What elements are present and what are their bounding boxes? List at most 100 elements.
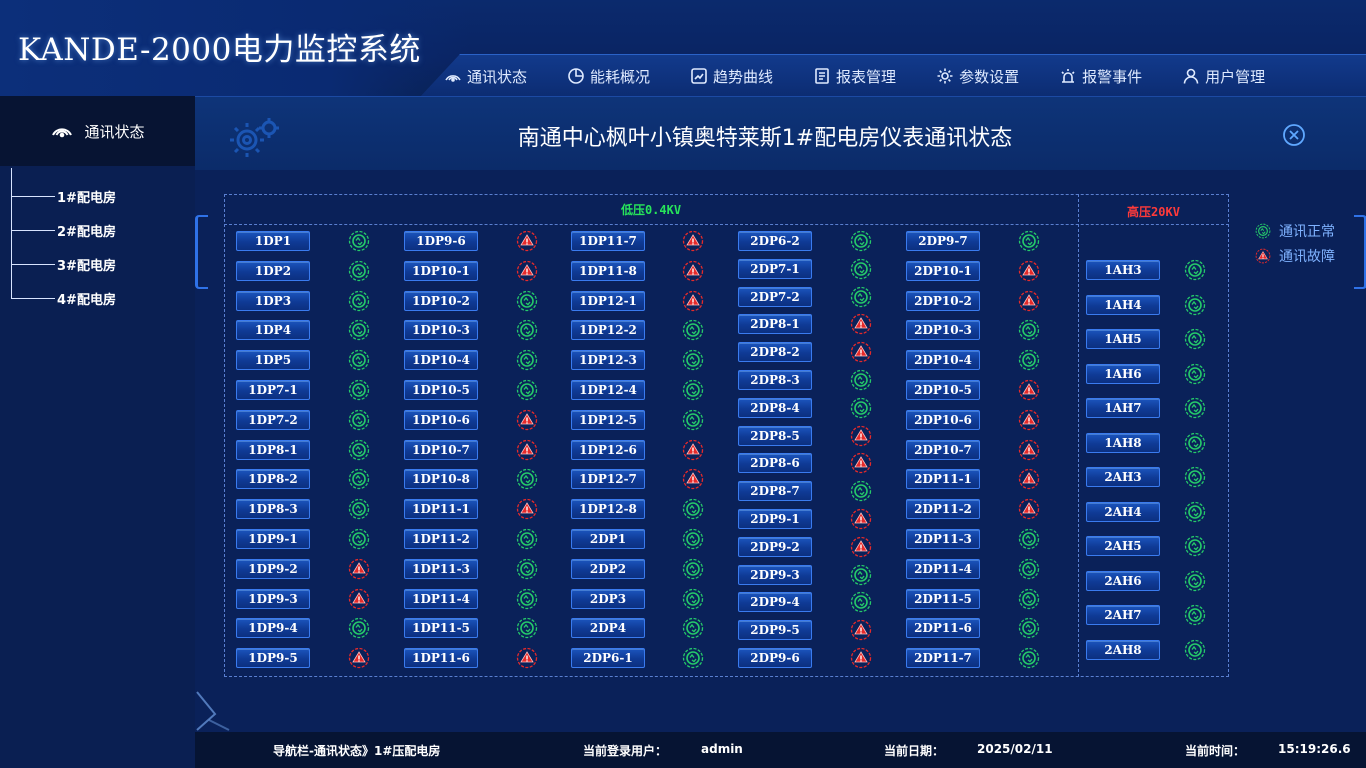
nav-item-report[interactable]: 报表管理 bbox=[813, 64, 896, 88]
meter-button[interactable]: 1DP12-5 bbox=[571, 410, 645, 430]
meter-button[interactable]: 2DP9-7 bbox=[906, 231, 980, 251]
meter-button[interactable]: 1DP11-8 bbox=[571, 261, 645, 281]
meter-button[interactable]: 1DP10-7 bbox=[404, 440, 478, 460]
meter-button[interactable]: 2DP10-5 bbox=[906, 380, 980, 400]
meter-button[interactable]: 2AH6 bbox=[1086, 571, 1160, 591]
meter-button[interactable]: 2DP11-7 bbox=[906, 648, 980, 668]
meter-button[interactable]: 2DP7-1 bbox=[738, 259, 812, 279]
meter-button[interactable]: 2DP10-1 bbox=[906, 261, 980, 281]
meter-button[interactable]: 1DP12-6 bbox=[571, 440, 645, 460]
meter-button[interactable]: 1DP9-5 bbox=[236, 648, 310, 668]
nav-item-user[interactable]: 用户管理 bbox=[1182, 64, 1265, 88]
meter-button[interactable]: 1DP11-7 bbox=[571, 231, 645, 251]
meter-button[interactable]: 2DP9-3 bbox=[738, 565, 812, 585]
nav-item-trend-chart[interactable]: 趋势曲线 bbox=[690, 64, 773, 88]
meter-button[interactable]: 1DP12-7 bbox=[571, 469, 645, 489]
meter-button[interactable]: 2DP10-3 bbox=[906, 320, 980, 340]
meter-button[interactable]: 1DP12-3 bbox=[571, 350, 645, 370]
meter-button[interactable]: 1AH4 bbox=[1086, 295, 1160, 315]
meter-button[interactable]: 2AH7 bbox=[1086, 605, 1160, 625]
meter-button[interactable]: 1DP11-6 bbox=[404, 648, 478, 668]
meter-button[interactable]: 1DP11-4 bbox=[404, 589, 478, 609]
meter-button[interactable]: 2DP11-2 bbox=[906, 499, 980, 519]
meter-button[interactable]: 2DP10-2 bbox=[906, 291, 980, 311]
meter-button[interactable]: 1DP9-3 bbox=[236, 589, 310, 609]
sidebar-item-room-2[interactable]: 2#配电房 bbox=[11, 221, 116, 240]
sidebar-item-room-4[interactable]: 4#配电房 bbox=[11, 289, 116, 308]
nav-item-alarm[interactable]: 报警事件 bbox=[1059, 64, 1142, 88]
meter-button[interactable]: 2DP8-4 bbox=[738, 398, 812, 418]
meter-button[interactable]: 1DP7-1 bbox=[236, 380, 310, 400]
sidebar-item-room-3[interactable]: 3#配电房 bbox=[11, 255, 116, 274]
meter-button[interactable]: 1DP10-6 bbox=[404, 410, 478, 430]
meter-button[interactable]: 1DP11-5 bbox=[404, 618, 478, 638]
meter-button[interactable]: 2DP7-2 bbox=[738, 287, 812, 307]
meter-button[interactable]: 2AH8 bbox=[1086, 640, 1160, 660]
meter-button[interactable]: 1AH8 bbox=[1086, 433, 1160, 453]
meter-button[interactable]: 2DP6-1 bbox=[571, 648, 645, 668]
meter-button[interactable]: 1DP11-2 bbox=[404, 529, 478, 549]
meter-button[interactable]: 1AH6 bbox=[1086, 364, 1160, 384]
meter-button[interactable]: 1DP9-6 bbox=[404, 231, 478, 251]
meter-button[interactable]: 2DP4 bbox=[571, 618, 645, 638]
meter-button[interactable]: 1DP11-3 bbox=[404, 559, 478, 579]
nav-item-signal[interactable]: 通讯状态 bbox=[444, 64, 527, 88]
meter-button[interactable]: 1DP3 bbox=[236, 291, 310, 311]
meter-button[interactable]: 1DP10-8 bbox=[404, 469, 478, 489]
meter-button[interactable]: 2AH3 bbox=[1086, 467, 1160, 487]
meter-button[interactable]: 1AH5 bbox=[1086, 329, 1160, 349]
meter-button[interactable]: 1DP11-1 bbox=[404, 499, 478, 519]
meter-button[interactable]: 1DP5 bbox=[236, 350, 310, 370]
meter-button[interactable]: 2DP10-4 bbox=[906, 350, 980, 370]
meter-button[interactable]: 2DP9-6 bbox=[738, 648, 812, 668]
meter-button[interactable]: 2AH5 bbox=[1086, 536, 1160, 556]
meter-button[interactable]: 1DP8-2 bbox=[236, 469, 310, 489]
nav-item-pie-chart[interactable]: 能耗概况 bbox=[567, 64, 650, 88]
meter-button[interactable]: 2DP11-3 bbox=[906, 529, 980, 549]
meter-button[interactable]: 1DP8-3 bbox=[236, 499, 310, 519]
meter-button[interactable]: 1AH7 bbox=[1086, 398, 1160, 418]
meter-button[interactable]: 2DP10-7 bbox=[906, 440, 980, 460]
meter-button[interactable]: 2DP8-6 bbox=[738, 453, 812, 473]
meter-button[interactable]: 2DP9-5 bbox=[738, 620, 812, 640]
meter-button[interactable]: 1DP9-4 bbox=[236, 618, 310, 638]
meter-button[interactable]: 1DP10-1 bbox=[404, 261, 478, 281]
meter-button[interactable]: 2DP11-5 bbox=[906, 589, 980, 609]
meter-button[interactable]: 1DP10-4 bbox=[404, 350, 478, 370]
meter-button[interactable]: 2AH4 bbox=[1086, 502, 1160, 522]
meter-button[interactable]: 2DP11-1 bbox=[906, 469, 980, 489]
meter-button[interactable]: 2DP8-1 bbox=[738, 314, 812, 334]
meter-button[interactable]: 1DP1 bbox=[236, 231, 310, 251]
meter-button[interactable]: 1DP10-3 bbox=[404, 320, 478, 340]
meter-button[interactable]: 2DP8-3 bbox=[738, 370, 812, 390]
meter-button[interactable]: 1DP7-2 bbox=[236, 410, 310, 430]
meter-button[interactable]: 1DP8-1 bbox=[236, 440, 310, 460]
meter-button[interactable]: 1DP10-5 bbox=[404, 380, 478, 400]
meter-button[interactable]: 2DP11-6 bbox=[906, 618, 980, 638]
sidebar-item-room-1[interactable]: 1#配电房 bbox=[11, 187, 116, 206]
meter-button[interactable]: 1DP2 bbox=[236, 261, 310, 281]
meter-button[interactable]: 1DP12-1 bbox=[571, 291, 645, 311]
meter-button[interactable]: 2DP6-2 bbox=[738, 231, 812, 251]
meter-button[interactable]: 1DP4 bbox=[236, 320, 310, 340]
meter-button[interactable]: 2DP10-6 bbox=[906, 410, 980, 430]
meter-button[interactable]: 2DP9-1 bbox=[738, 509, 812, 529]
meter-button[interactable]: 1AH3 bbox=[1086, 260, 1160, 280]
meter-button[interactable]: 2DP9-4 bbox=[738, 592, 812, 612]
meter-button[interactable]: 1DP12-2 bbox=[571, 320, 645, 340]
meter-button[interactable]: 1DP10-2 bbox=[404, 291, 478, 311]
meter-button[interactable]: 2DP8-5 bbox=[738, 426, 812, 446]
meter-button[interactable]: 2DP11-4 bbox=[906, 559, 980, 579]
close-icon[interactable] bbox=[1282, 123, 1306, 147]
sidebar-header[interactable]: 通讯状态 bbox=[0, 96, 195, 166]
meter-button[interactable]: 2DP8-7 bbox=[738, 481, 812, 501]
meter-button[interactable]: 2DP2 bbox=[571, 559, 645, 579]
meter-button[interactable]: 1DP12-8 bbox=[571, 499, 645, 519]
meter-button[interactable]: 1DP9-2 bbox=[236, 559, 310, 579]
meter-button[interactable]: 2DP1 bbox=[571, 529, 645, 549]
meter-button[interactable]: 2DP8-2 bbox=[738, 342, 812, 362]
meter-button[interactable]: 2DP3 bbox=[571, 589, 645, 609]
meter-button[interactable]: 1DP12-4 bbox=[571, 380, 645, 400]
meter-button[interactable]: 2DP9-2 bbox=[738, 537, 812, 557]
nav-item-gear[interactable]: 参数设置 bbox=[936, 64, 1019, 88]
